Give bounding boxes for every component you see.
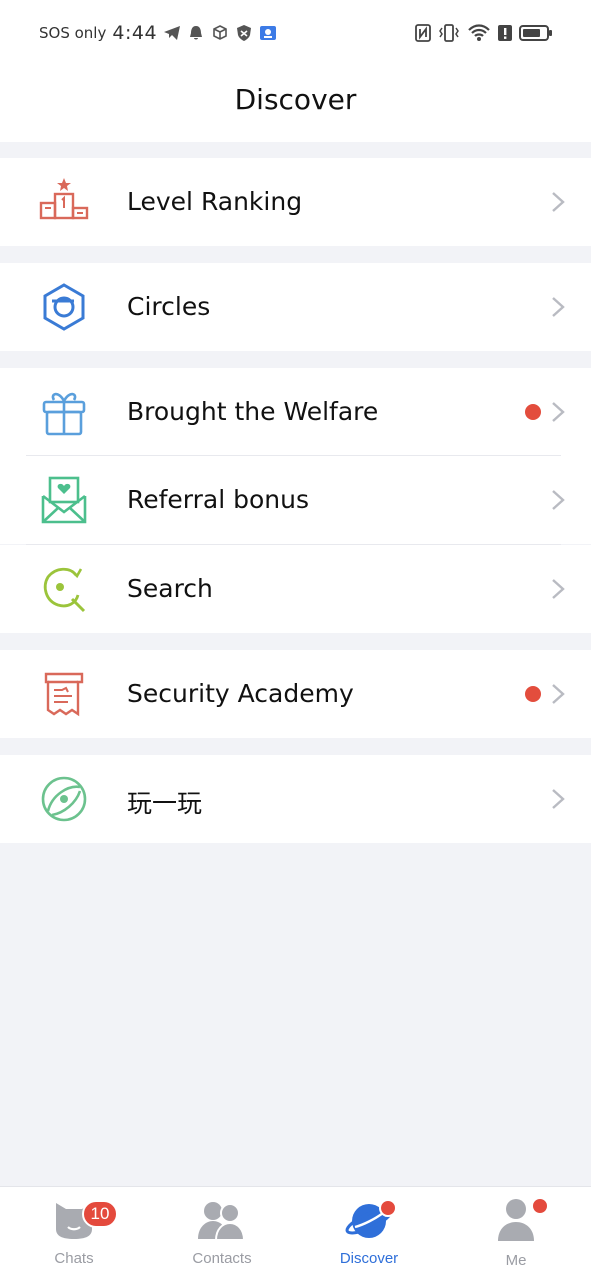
header-bar: Discover — [0, 66, 591, 142]
menu-item-label: Security Academy — [127, 679, 354, 708]
status-right — [415, 21, 553, 45]
gift-icon — [42, 392, 86, 436]
menu-item-label: 玩一玩 — [127, 789, 203, 818]
menu-item-level-ranking[interactable]: Level Ranking — [0, 158, 591, 246]
unread-badge: 10 — [82, 1200, 118, 1228]
menu-item-search[interactable]: Search — [0, 545, 591, 633]
alert-icon — [498, 25, 512, 41]
tab-contacts[interactable]: Contacts — [162, 1187, 282, 1280]
menu-item-security-academy[interactable]: Security Academy — [0, 650, 591, 738]
nfc-icon — [415, 24, 431, 42]
tab-chats[interactable]: 10 Chats — [14, 1187, 134, 1280]
bell-icon — [190, 26, 203, 40]
search-refresh-icon — [43, 567, 86, 613]
contacts-icon — [198, 1202, 246, 1241]
status-bar: SOS only 4:44 — [0, 0, 591, 66]
tab-label: Chats — [54, 1250, 94, 1267]
tab-label: Contacts — [192, 1250, 252, 1267]
cube-icon — [213, 25, 227, 40]
clock: 4:44 — [112, 22, 158, 44]
tab-me[interactable]: Me — [456, 1187, 576, 1280]
menu-item-label: Search — [127, 574, 213, 603]
menu-item-label: Level Ranking — [127, 187, 303, 216]
chevron-right-icon — [552, 297, 565, 317]
bottom-nav: 10 Chats Contacts Discover Me — [0, 1186, 591, 1280]
vibrate-icon — [439, 24, 459, 42]
chevron-right-icon — [552, 490, 565, 510]
scroll-icon — [44, 672, 84, 717]
page-title: Discover — [234, 83, 357, 116]
wifi-icon — [468, 24, 490, 41]
notification-dot — [525, 686, 541, 702]
chevron-right-icon — [552, 402, 565, 422]
notification-dot — [531, 1197, 549, 1215]
chevron-right-icon — [552, 789, 565, 809]
shield-icon — [237, 25, 252, 41]
chevron-right-icon — [552, 192, 565, 212]
status-left: SOS only 4:44 — [39, 21, 277, 45]
battery-icon — [519, 25, 552, 41]
notification-dot — [379, 1199, 397, 1217]
carrier-text: SOS only — [39, 24, 107, 42]
telegram-icon — [164, 26, 181, 40]
menu-item-label: Brought the Welfare — [127, 397, 379, 426]
chevron-right-icon — [552, 579, 565, 599]
hexagon-icon — [43, 283, 85, 331]
menu-item-referral-bonus[interactable]: Referral bonus — [0, 456, 591, 544]
notification-dot — [525, 404, 541, 420]
menu-item-play[interactable]: 玩一玩 — [0, 755, 591, 843]
menu-item-brought-the-welfare[interactable]: Brought the Welfare — [0, 368, 591, 456]
play-disc-icon — [41, 776, 87, 822]
tab-discover[interactable]: Discover — [309, 1187, 429, 1280]
discover-screen: SOS only 4:44 Discover Level Ranking Cir… — [0, 0, 591, 1280]
tab-label: Me — [505, 1252, 527, 1269]
menu-item-label: Circles — [127, 292, 211, 321]
app-notification-icon — [260, 26, 277, 40]
envelope-heart-icon — [41, 476, 87, 524]
menu-item-label: Referral bonus — [127, 485, 310, 514]
menu-item-circles[interactable]: Circles — [0, 263, 591, 351]
podium-icon — [39, 178, 89, 220]
chevron-right-icon — [552, 684, 565, 704]
tab-label: Discover — [339, 1250, 399, 1267]
